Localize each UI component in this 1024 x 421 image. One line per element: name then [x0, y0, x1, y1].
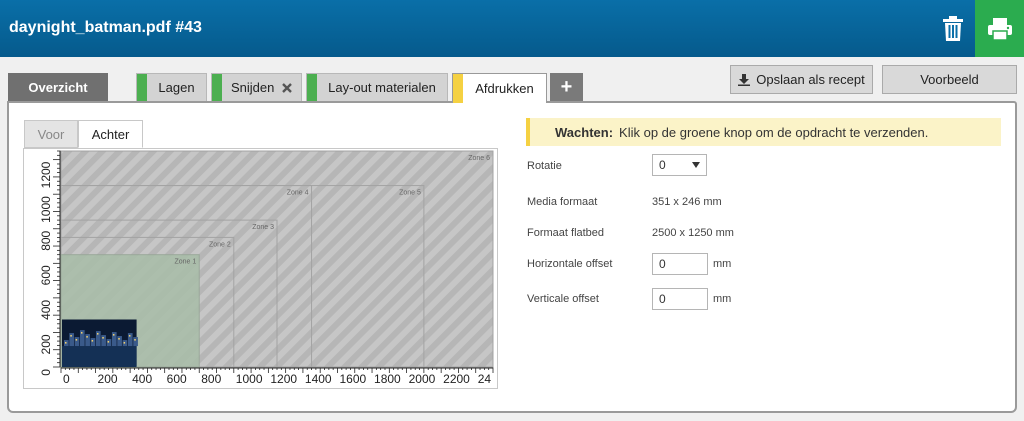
close-icon[interactable]: [282, 83, 292, 93]
zone-label: Zone 3: [252, 224, 274, 231]
x-tick-label: 1600: [339, 372, 366, 386]
horizontal-offset-label: Horizontale offset: [527, 258, 613, 270]
flatbed-preview: 0 200 400 600 800 1000 1200 0 200 400 600 800 1000 1…: [23, 148, 498, 389]
horizontal-offset-unit: mm: [713, 258, 732, 270]
tab-achter[interactable]: Achter: [78, 120, 143, 148]
printer-icon: [987, 17, 1012, 40]
x-tick-label: 400: [132, 372, 152, 386]
y-tick-label: 600: [39, 265, 53, 285]
x-tick-label: 1400: [305, 372, 332, 386]
flatbed-format-label: Formaat flatbed: [527, 227, 605, 239]
chevron-down-icon: [692, 162, 700, 168]
y-tick-label: 1000: [39, 196, 53, 223]
waiting-notice: Wachten: Klik op de groene knop om de op…: [526, 118, 1001, 146]
x-tick-label: 2000: [409, 372, 436, 386]
zone-label: Zone 6: [468, 155, 490, 162]
rotation-label: Rotatie: [527, 160, 562, 172]
save-recipe-button[interactable]: Opslaan als recept: [730, 65, 873, 94]
x-tick-label: 800: [201, 372, 221, 386]
rotation-select[interactable]: 0: [652, 154, 707, 176]
x-tick-label: 1200: [270, 372, 297, 386]
vertical-offset-input[interactable]: 0: [652, 288, 708, 310]
vertical-offset-label: Verticale offset: [527, 293, 599, 305]
tab-lagen[interactable]: Lagen: [136, 73, 207, 101]
x-tick-label: 200: [98, 372, 118, 386]
tab-voor[interactable]: Voor: [24, 120, 78, 148]
x-tick-label: 1000: [236, 372, 263, 386]
app-header: daynight_batman.pdf #43: [0, 0, 1024, 57]
y-tick-label: 0: [39, 369, 53, 376]
zone-label: Zone 4: [287, 190, 309, 197]
flatbed-canvas: 0 200 400 600 800 1000 1200 0 200 400 600 800 1000 1…: [24, 149, 494, 386]
zone-label: Zone 5: [399, 190, 421, 197]
flatbed-format-value: 2500 x 1250 mm: [652, 227, 734, 239]
media-format-label: Media formaat: [527, 196, 598, 208]
x-tick-label: 1800: [374, 372, 401, 386]
media-thumbnail: [62, 319, 138, 367]
trash-icon: [942, 16, 963, 41]
page-title: daynight_batman.pdf #43: [9, 19, 202, 36]
plus-icon: +: [560, 76, 573, 98]
add-tab-button[interactable]: +: [550, 73, 583, 101]
zone-label: Zone 2: [209, 241, 231, 248]
x-tick-label: 600: [167, 372, 187, 386]
download-icon: [738, 73, 751, 86]
tab-afdrukken[interactable]: Afdrukken: [452, 73, 547, 103]
tab-layout-materialen[interactable]: Lay-out materialen: [306, 73, 448, 101]
delete-button[interactable]: [930, 0, 975, 57]
x-tick-label: 24: [478, 372, 492, 386]
print-button[interactable]: [975, 0, 1024, 57]
media-format-value: 351 x 246 mm: [652, 196, 722, 208]
y-tick-label: 800: [39, 230, 53, 250]
x-tick-label: 2200: [443, 372, 470, 386]
vertical-offset-unit: mm: [713, 293, 732, 305]
x-tick-label: 0: [63, 372, 70, 386]
y-tick-label: 400: [39, 300, 53, 320]
y-tick-label: 1200: [39, 161, 53, 188]
horizontal-offset-input[interactable]: 0: [652, 253, 708, 275]
y-tick-label: 200: [39, 334, 53, 354]
tab-overzicht[interactable]: Overzicht: [8, 73, 108, 101]
preview-button[interactable]: Voorbeeld: [882, 65, 1017, 94]
tab-snijden[interactable]: Snijden: [211, 73, 302, 101]
zone-label: Zone 1: [174, 259, 196, 266]
